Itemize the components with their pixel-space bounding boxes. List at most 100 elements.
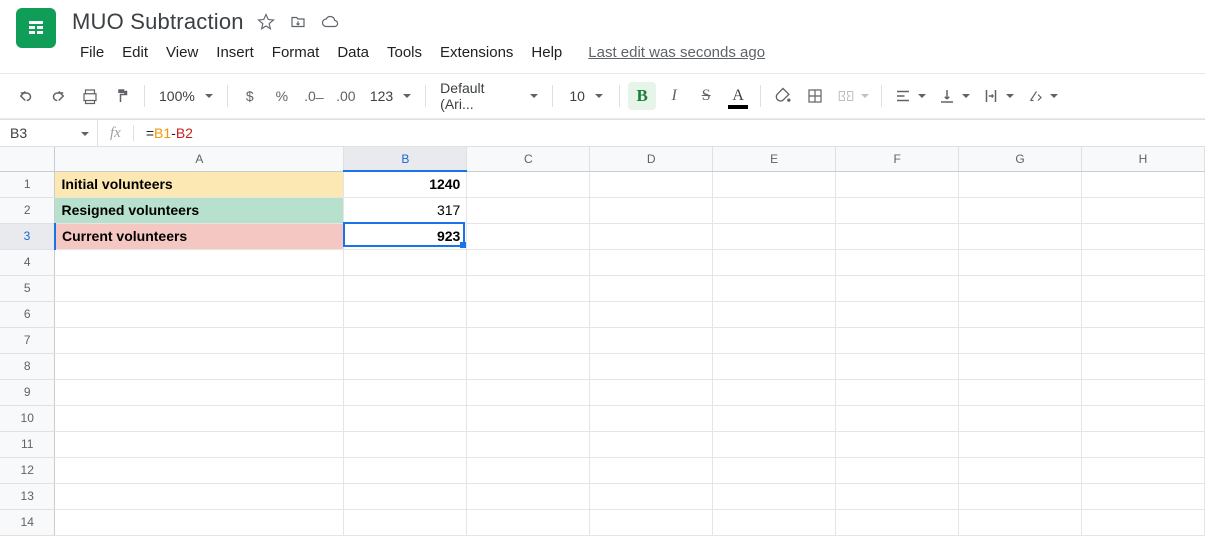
- menu-extensions[interactable]: Extensions: [432, 40, 521, 65]
- menu-insert[interactable]: Insert: [208, 40, 262, 65]
- cell-B8[interactable]: [344, 353, 467, 379]
- column-header-G[interactable]: G: [959, 147, 1082, 171]
- bold-button[interactable]: B: [628, 82, 656, 110]
- font-family-dropdown[interactable]: Default (Ari...: [434, 82, 544, 110]
- name-box[interactable]: B3: [0, 120, 97, 146]
- cell-F1[interactable]: [836, 171, 959, 197]
- row-header-6[interactable]: 6: [0, 301, 55, 327]
- cell-H5[interactable]: [1082, 275, 1205, 301]
- cell-A5[interactable]: [55, 275, 344, 301]
- cell-F14[interactable]: [836, 509, 959, 535]
- row-header-14[interactable]: 14: [0, 509, 55, 535]
- sheets-logo[interactable]: [16, 8, 56, 48]
- document-title[interactable]: MUO Subtraction: [72, 9, 244, 35]
- cell-F4[interactable]: [836, 249, 959, 275]
- cell-D8[interactable]: [590, 353, 713, 379]
- more-formats-dropdown[interactable]: 123: [364, 82, 417, 110]
- menu-file[interactable]: File: [72, 40, 112, 65]
- row-header-9[interactable]: 9: [0, 379, 55, 405]
- cell-B2[interactable]: 317: [344, 197, 467, 223]
- italic-button[interactable]: I: [660, 82, 688, 110]
- cell-C9[interactable]: [467, 379, 590, 405]
- cell-D3[interactable]: [590, 223, 713, 249]
- cell-G6[interactable]: [959, 301, 1082, 327]
- cell-D5[interactable]: [590, 275, 713, 301]
- cell-D1[interactable]: [590, 171, 713, 197]
- cell-D4[interactable]: [590, 249, 713, 275]
- cell-H12[interactable]: [1082, 457, 1205, 483]
- cell-F13[interactable]: [836, 483, 959, 509]
- text-color-button[interactable]: A: [724, 82, 752, 110]
- column-header-D[interactable]: D: [590, 147, 713, 171]
- fill-color-button[interactable]: [769, 82, 797, 110]
- row-header-5[interactable]: 5: [0, 275, 55, 301]
- redo-button[interactable]: [44, 82, 72, 110]
- row-header-11[interactable]: 11: [0, 431, 55, 457]
- cell-C14[interactable]: [467, 509, 590, 535]
- cell-B12[interactable]: [344, 457, 467, 483]
- cell-D2[interactable]: [590, 197, 713, 223]
- cell-H9[interactable]: [1082, 379, 1205, 405]
- menu-help[interactable]: Help: [523, 40, 570, 65]
- menu-data[interactable]: Data: [329, 40, 377, 65]
- cell-A3[interactable]: Current volunteers: [55, 223, 344, 249]
- cell-F8[interactable]: [836, 353, 959, 379]
- cell-H4[interactable]: [1082, 249, 1205, 275]
- cell-B1[interactable]: 1240: [344, 171, 467, 197]
- cell-D11[interactable]: [590, 431, 713, 457]
- cell-H7[interactable]: [1082, 327, 1205, 353]
- cell-H11[interactable]: [1082, 431, 1205, 457]
- cell-E4[interactable]: [713, 249, 836, 275]
- column-header-F[interactable]: F: [836, 147, 959, 171]
- cell-G13[interactable]: [959, 483, 1082, 509]
- column-header-E[interactable]: E: [713, 147, 836, 171]
- cell-C2[interactable]: [467, 197, 590, 223]
- row-header-2[interactable]: 2: [0, 197, 55, 223]
- font-size-dropdown[interactable]: 10: [561, 82, 611, 110]
- cell-C4[interactable]: [467, 249, 590, 275]
- cell-E1[interactable]: [713, 171, 836, 197]
- cell-H2[interactable]: [1082, 197, 1205, 223]
- move-icon[interactable]: [288, 12, 308, 32]
- menu-edit[interactable]: Edit: [114, 40, 156, 65]
- cell-C7[interactable]: [467, 327, 590, 353]
- column-header-H[interactable]: H: [1082, 147, 1205, 171]
- cell-D9[interactable]: [590, 379, 713, 405]
- cell-G10[interactable]: [959, 405, 1082, 431]
- cell-G11[interactable]: [959, 431, 1082, 457]
- cell-A12[interactable]: [55, 457, 344, 483]
- cell-B11[interactable]: [344, 431, 467, 457]
- cloud-status-icon[interactable]: [320, 12, 340, 32]
- last-edit-link[interactable]: Last edit was seconds ago: [588, 44, 765, 61]
- menu-view[interactable]: View: [158, 40, 206, 65]
- cell-A8[interactable]: [55, 353, 344, 379]
- cell-A13[interactable]: [55, 483, 344, 509]
- cell-A4[interactable]: [55, 249, 344, 275]
- column-header-B[interactable]: B: [344, 147, 467, 171]
- cell-C11[interactable]: [467, 431, 590, 457]
- cell-H1[interactable]: [1082, 171, 1205, 197]
- cell-A7[interactable]: [55, 327, 344, 353]
- vertical-align-button[interactable]: [934, 82, 974, 110]
- column-header-A[interactable]: A: [55, 147, 344, 171]
- cell-A10[interactable]: [55, 405, 344, 431]
- cell-E10[interactable]: [713, 405, 836, 431]
- cell-E3[interactable]: [713, 223, 836, 249]
- cell-E14[interactable]: [713, 509, 836, 535]
- cell-E7[interactable]: [713, 327, 836, 353]
- borders-button[interactable]: [801, 82, 829, 110]
- cell-C13[interactable]: [467, 483, 590, 509]
- cell-H13[interactable]: [1082, 483, 1205, 509]
- zoom-dropdown[interactable]: 100%: [153, 82, 219, 110]
- cell-B3[interactable]: 923: [344, 223, 467, 249]
- undo-button[interactable]: [12, 82, 40, 110]
- cell-D6[interactable]: [590, 301, 713, 327]
- cell-D10[interactable]: [590, 405, 713, 431]
- cell-D7[interactable]: [590, 327, 713, 353]
- cell-G8[interactable]: [959, 353, 1082, 379]
- cell-H3[interactable]: [1082, 223, 1205, 249]
- strikethrough-button[interactable]: S: [692, 82, 720, 110]
- cell-C1[interactable]: [467, 171, 590, 197]
- row-header-1[interactable]: 1: [0, 171, 55, 197]
- cell-B13[interactable]: [344, 483, 467, 509]
